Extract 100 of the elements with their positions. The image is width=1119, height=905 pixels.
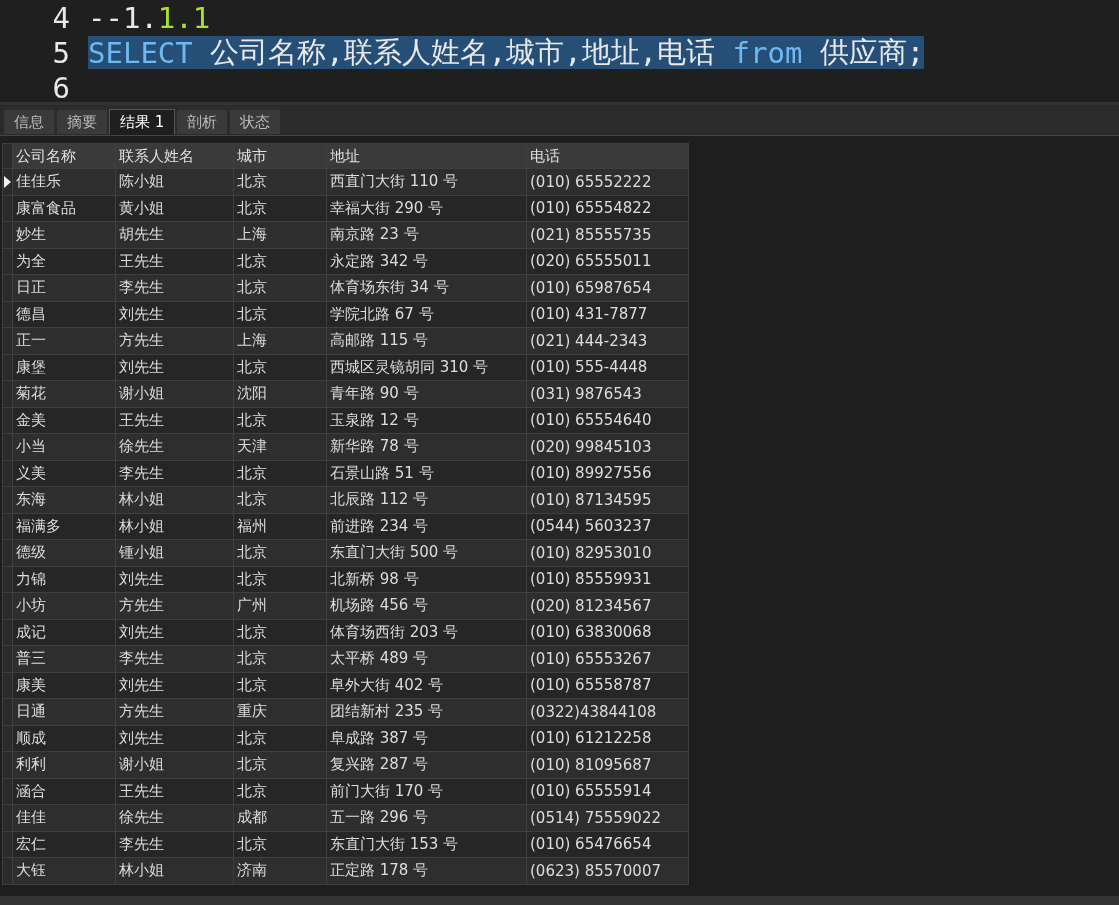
table-cell: 北京 bbox=[233, 566, 327, 593]
table-cell: (010) 85559931 bbox=[526, 566, 689, 593]
result-tab[interactable]: 结果 1 bbox=[109, 109, 176, 135]
table-cell: 五一路 296 号 bbox=[326, 804, 527, 831]
table-cell: (010) 82953010 bbox=[526, 539, 689, 566]
table-cell: 青年路 90 号 bbox=[326, 380, 527, 407]
table-cell: 体育场西街 203 号 bbox=[326, 619, 527, 646]
table-cell: 佳佳乐 bbox=[12, 168, 116, 195]
table-cell: 北京 bbox=[233, 751, 327, 778]
table-cell: 李先生 bbox=[115, 460, 234, 487]
column-header[interactable]: 电话 bbox=[526, 143, 689, 169]
table-cell: 福满多 bbox=[12, 513, 116, 540]
line-number: 6 bbox=[51, 70, 71, 105]
line-number: 4 bbox=[51, 0, 71, 35]
table-cell: 日正 bbox=[12, 274, 116, 301]
table-cell: 日通 bbox=[12, 698, 116, 725]
table-cell: (0544) 5603237 bbox=[526, 513, 689, 540]
table-cell: 徐先生 bbox=[115, 804, 234, 831]
table-cell: 北京 bbox=[233, 778, 327, 805]
table-cell: 方先生 bbox=[115, 698, 234, 725]
table-cell: (010) 65558787 bbox=[526, 672, 689, 699]
table-cell: 宏仁 bbox=[12, 831, 116, 858]
table-cell: 锺小姐 bbox=[115, 539, 234, 566]
table-cell: 普三 bbox=[12, 645, 116, 672]
table-cell: 北京 bbox=[233, 168, 327, 195]
table-cell: 东直门大街 500 号 bbox=[326, 539, 527, 566]
table-cell: (021) 444-2343 bbox=[526, 327, 689, 354]
table-cell: 李先生 bbox=[115, 831, 234, 858]
column-header[interactable]: 联系人姓名 bbox=[115, 143, 234, 169]
table-cell: 永定路 342 号 bbox=[326, 248, 527, 275]
table-cell: 东直门大街 153 号 bbox=[326, 831, 527, 858]
table-cell: 幸福大街 290 号 bbox=[326, 195, 527, 222]
table-cell: 新华路 78 号 bbox=[326, 433, 527, 460]
table-cell: 天津 bbox=[233, 433, 327, 460]
table-cell: (010) 61212258 bbox=[526, 725, 689, 752]
table-cell: (020) 99845103 bbox=[526, 433, 689, 460]
column-header[interactable]: 城市 bbox=[233, 143, 327, 169]
table-cell: 成都 bbox=[233, 804, 327, 831]
table-cell: 黄小姐 bbox=[115, 195, 234, 222]
row-header[interactable] bbox=[2, 168, 13, 195]
table-cell: 利利 bbox=[12, 751, 116, 778]
table-cell: 小坊 bbox=[12, 592, 116, 619]
table-cell: 正一 bbox=[12, 327, 116, 354]
table-cell: 北京 bbox=[233, 195, 327, 222]
table-cell: 北辰路 112 号 bbox=[326, 486, 527, 513]
table-cell: 林小姐 bbox=[115, 857, 234, 884]
table-cell: 北京 bbox=[233, 539, 327, 566]
table-cell: (010) 431-7877 bbox=[526, 301, 689, 328]
table-cell: 阜外大街 402 号 bbox=[326, 672, 527, 699]
table-cell: 重庆 bbox=[233, 698, 327, 725]
table-cell: 北京 bbox=[233, 725, 327, 752]
table-cell: 徐先生 bbox=[115, 433, 234, 460]
table-cell: 方先生 bbox=[115, 592, 234, 619]
table-cell: 石景山路 51 号 bbox=[326, 460, 527, 487]
table-cell: (021) 85555735 bbox=[526, 221, 689, 248]
table-cell: 刘先生 bbox=[115, 619, 234, 646]
result-tab[interactable]: 剖析 bbox=[176, 109, 229, 135]
table-cell: 阜成路 387 号 bbox=[326, 725, 527, 752]
table-cell: 北京 bbox=[233, 301, 327, 328]
table-cell: (031) 9876543 bbox=[526, 380, 689, 407]
result-tab[interactable]: 摘要 bbox=[56, 109, 108, 135]
table-cell: 太平桥 489 号 bbox=[326, 645, 527, 672]
table-cell: 康美 bbox=[12, 672, 116, 699]
table-cell: 胡先生 bbox=[115, 221, 234, 248]
column-header[interactable]: 公司名称 bbox=[12, 143, 116, 169]
table-cell: 济南 bbox=[233, 857, 327, 884]
table-cell: (010) 65555914 bbox=[526, 778, 689, 805]
table-cell: 菊花 bbox=[12, 380, 116, 407]
table-cell: 顺成 bbox=[12, 725, 116, 752]
table-cell: 南京路 23 号 bbox=[326, 221, 527, 248]
result-tab[interactable]: 信息 bbox=[3, 109, 55, 135]
table-cell: 体育场东街 34 号 bbox=[326, 274, 527, 301]
table-cell: 王先生 bbox=[115, 407, 234, 434]
table-cell: (010) 65554640 bbox=[526, 407, 689, 434]
table-cell: 北京 bbox=[233, 619, 327, 646]
table-cell: 王先生 bbox=[115, 248, 234, 275]
table-cell: 北新桥 98 号 bbox=[326, 566, 527, 593]
table-cell: 北京 bbox=[233, 354, 327, 381]
table-cell: 上海 bbox=[233, 221, 327, 248]
table-cell: 谢小姐 bbox=[115, 751, 234, 778]
table-cell: 刘先生 bbox=[115, 354, 234, 381]
table-cell: (0514) 75559022 bbox=[526, 804, 689, 831]
table-cell: (010) 81095687 bbox=[526, 751, 689, 778]
column-header[interactable]: 地址 bbox=[326, 143, 527, 169]
table-cell: 东海 bbox=[12, 486, 116, 513]
table-cell: 高邮路 115 号 bbox=[326, 327, 527, 354]
table-cell: 机场路 456 号 bbox=[326, 592, 527, 619]
table-cell: 学院北路 67 号 bbox=[326, 301, 527, 328]
table-cell: 方先生 bbox=[115, 327, 234, 354]
table-cell: 刘先生 bbox=[115, 301, 234, 328]
table-cell: 林小姐 bbox=[115, 513, 234, 540]
table-cell: (010) 65987654 bbox=[526, 274, 689, 301]
table-cell: 为全 bbox=[12, 248, 116, 275]
table-cell: (010) 65553267 bbox=[526, 645, 689, 672]
table-cell: (020) 65555011 bbox=[526, 248, 689, 275]
table-cell: 大钰 bbox=[12, 857, 116, 884]
table-cell: 林小姐 bbox=[115, 486, 234, 513]
table-cell: 北京 bbox=[233, 407, 327, 434]
table-cell: 福州 bbox=[233, 513, 327, 540]
result-tab[interactable]: 状态 bbox=[229, 109, 282, 135]
